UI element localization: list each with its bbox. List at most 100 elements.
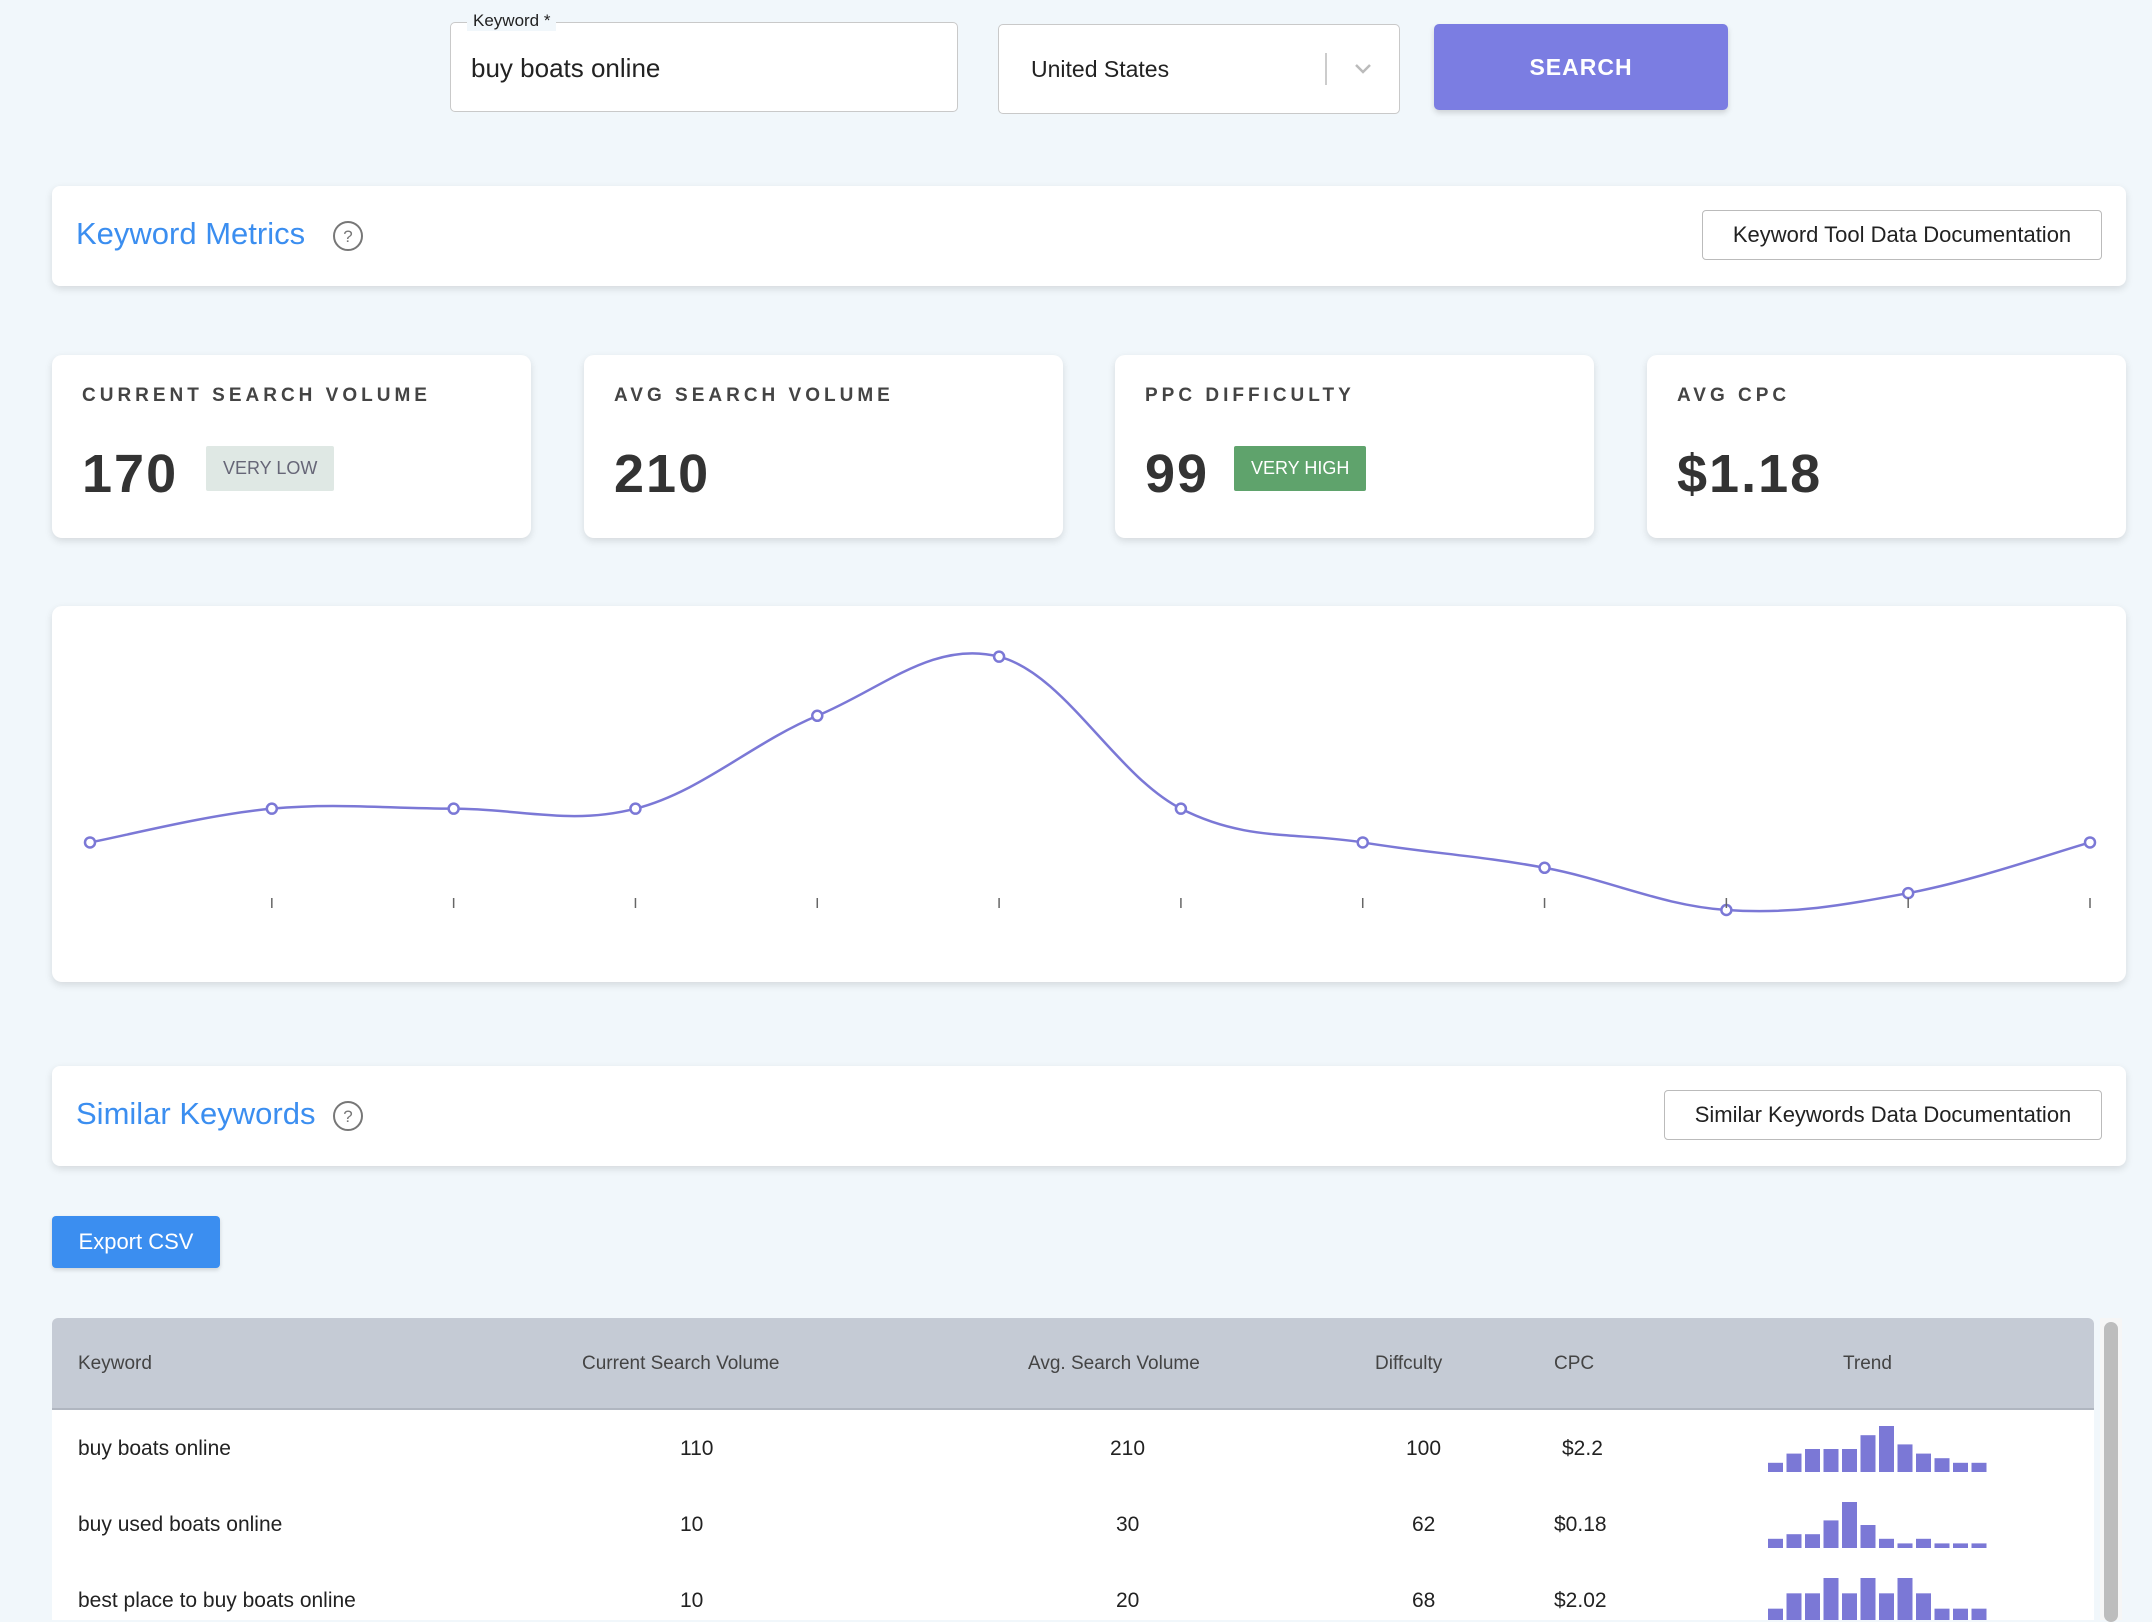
metric-card-avg-cpc: AVG CPC $1.18 — [1647, 355, 2126, 538]
column-header-keyword[interactable]: Keyword — [78, 1353, 152, 1375]
trend-sparkline — [1768, 1426, 1987, 1472]
cell-keyword: buy used boats online — [78, 1513, 283, 1536]
trend-bar — [1971, 1608, 1987, 1620]
metric-card-current-volume: CURRENT SEARCH VOLUME 170 VERY LOW — [52, 355, 531, 538]
export-csv-button[interactable]: Export CSV — [52, 1216, 220, 1268]
data-point — [1356, 836, 1369, 849]
data-point — [1538, 861, 1551, 875]
help-icon[interactable]: ? — [330, 218, 366, 254]
data-point — [992, 650, 1006, 663]
table-header: Keyword Current Search Volume Avg. Searc… — [52, 1318, 2094, 1410]
trend-bar — [1934, 1608, 1950, 1620]
svg-text:?: ? — [343, 227, 352, 246]
trend-bar — [1768, 1462, 1783, 1472]
data-point — [447, 802, 460, 815]
trend-bar — [1916, 1593, 1931, 1620]
trend-bar — [1953, 1462, 1968, 1472]
keyword-metrics-header: Keyword Metrics ? Keyword Tool Data Docu… — [52, 186, 2126, 286]
column-header-cpc[interactable]: CPC — [1554, 1353, 1594, 1375]
country-select-value: United States — [1031, 56, 1170, 82]
keyword-field[interactable]: Keyword * buy boats online — [450, 11, 958, 112]
trend-bar — [1805, 1534, 1820, 1548]
metric-value: 99 — [1145, 444, 1210, 504]
table-row[interactable]: best place to buy boats online 10 20 68 … — [52, 1562, 2094, 1620]
trend-bar — [1805, 1593, 1820, 1620]
cell-avg-volume: 30 — [1116, 1513, 1140, 1536]
search-volume-chart — [83, 650, 2097, 917]
trend-bar — [1842, 1502, 1857, 1548]
status-badge: VERY HIGH — [1234, 446, 1367, 491]
keyword-field-label: Keyword * — [467, 11, 557, 31]
series-line — [89, 652, 2091, 913]
trend-bar — [1879, 1593, 1894, 1620]
table-row[interactable]: buy used boats online 10 30 62 $0.18 — [52, 1486, 2094, 1563]
column-header-trend[interactable]: Trend — [1843, 1353, 1892, 1375]
trend-bar — [1768, 1538, 1783, 1548]
trend-bar — [1823, 1520, 1839, 1548]
similar-keywords-table: Keyword Current Search Volume Avg. Searc… — [52, 1318, 2094, 1620]
select-divider — [1325, 53, 1327, 85]
metric-label: AVG SEARCH VOLUME — [614, 385, 894, 406]
data-point — [265, 802, 279, 815]
trend-sparkline — [1768, 1502, 1987, 1548]
cell-difficulty: 100 — [1406, 1437, 1442, 1460]
trend-bar — [1897, 1578, 1913, 1620]
trend-bar — [1934, 1458, 1950, 1472]
cell-current-volume: 10 — [680, 1513, 704, 1536]
cell-avg-volume: 20 — [1116, 1589, 1140, 1612]
column-header-avg-volume[interactable]: Avg. Search Volume — [1028, 1353, 1200, 1375]
trend-bar — [1786, 1534, 1802, 1548]
trend-bar — [1934, 1543, 1950, 1548]
metric-value: 170 — [82, 444, 179, 504]
trend-bar — [1860, 1578, 1876, 1620]
similar-keywords-title: Similar Keywords — [76, 1096, 316, 1131]
column-header-current-volume[interactable]: Current Search Volume — [582, 1353, 780, 1375]
cell-current-volume: 110 — [680, 1437, 714, 1460]
cell-keyword: buy boats online — [78, 1437, 231, 1460]
cell-keyword: best place to buy boats online — [78, 1589, 356, 1612]
trend-bar — [1916, 1453, 1931, 1472]
keyword-metrics-title: Keyword Metrics — [76, 216, 306, 251]
trend-bar — [1823, 1449, 1839, 1472]
keyword-tool-doc-button[interactable]: Keyword Tool Data Documentation — [1702, 210, 2102, 260]
data-point — [2083, 836, 2097, 849]
trend-bar — [1916, 1538, 1931, 1548]
table-row[interactable]: buy boats online 110 210 100 $2.2 — [52, 1410, 2094, 1487]
cell-cpc: $2.2 — [1562, 1437, 1603, 1460]
trend-bar — [1823, 1578, 1839, 1620]
search-button[interactable]: SEARCH — [1434, 24, 1728, 110]
trend-bar — [1953, 1608, 1968, 1620]
cell-avg-volume: 210 — [1110, 1437, 1146, 1460]
trend-bar — [1842, 1593, 1857, 1620]
trend-bar — [1953, 1543, 1968, 1548]
trend-bar — [1897, 1543, 1913, 1548]
metric-card-ppc-difficulty: PPC DIFFICULTY 99 VERY HIGH — [1115, 355, 1594, 538]
cell-cpc: $2.02 — [1554, 1589, 1607, 1612]
metric-value: $1.18 — [1677, 444, 1823, 504]
country-select[interactable]: United States — [998, 24, 1400, 114]
keyword-input-value[interactable]: buy boats online — [471, 53, 660, 84]
metric-card-avg-volume: AVG SEARCH VOLUME 210 — [584, 355, 1063, 538]
trend-bar — [1842, 1449, 1857, 1472]
trend-bar — [1768, 1608, 1783, 1620]
chevron-down-icon[interactable] — [1343, 49, 1383, 89]
search-volume-chart-card — [52, 606, 2126, 982]
trend-bar — [1897, 1444, 1913, 1472]
column-header-difficulty[interactable]: Diffculty — [1375, 1353, 1442, 1375]
similar-keywords-doc-button[interactable]: Similar Keywords Data Documentation — [1664, 1090, 2102, 1140]
trend-bar — [1805, 1449, 1820, 1472]
data-point — [811, 709, 824, 723]
metric-label: PPC DIFFICULTY — [1145, 385, 1355, 406]
cell-cpc: $0.18 — [1554, 1513, 1607, 1536]
trend-bar — [1860, 1435, 1876, 1472]
cell-difficulty: 68 — [1412, 1589, 1436, 1612]
cell-current-volume: 10 — [680, 1589, 704, 1612]
cell-difficulty: 62 — [1412, 1513, 1436, 1536]
trend-bar — [1879, 1538, 1894, 1548]
data-point — [83, 836, 97, 849]
trend-bar — [1879, 1426, 1894, 1472]
table-scrollbar-thumb[interactable] — [2104, 1322, 2118, 1622]
data-point — [629, 802, 642, 815]
help-icon[interactable]: ? — [330, 1098, 366, 1134]
metric-value: 210 — [614, 444, 711, 504]
